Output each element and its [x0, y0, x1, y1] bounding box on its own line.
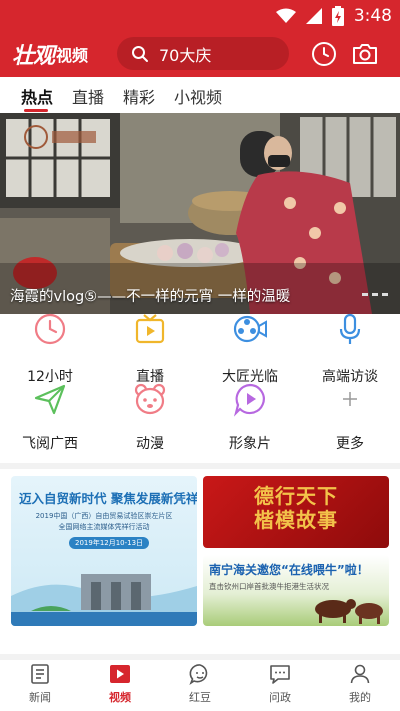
quick-link-anime[interactable]	[100, 381, 200, 417]
news-icon	[31, 664, 49, 684]
bear-face-icon	[134, 383, 166, 415]
quick-link-master[interactable]	[200, 311, 300, 347]
card-date: 2019年12月10-13日	[69, 537, 150, 549]
promo-card-free-trade[interactable]: 迈入自贸新时代 聚焦发展新凭祥 2019中国（广西）自由贸易试验区崇左片区 全国…	[11, 476, 197, 626]
card-red-title: 德行天下 楷模故事	[203, 484, 389, 532]
promo-card-cattle[interactable]: 南宁海关邀您“在线喂牛”啦！ 直击钦州口岸首批澳牛拒港生活状况	[203, 555, 389, 626]
search-text: 70大庆	[159, 45, 212, 65]
tab-live[interactable]: 直播	[72, 84, 104, 108]
channel-tabs: 热点 直播 精彩 小视频	[0, 77, 400, 113]
nav-item-hongdou[interactable]: 红豆	[160, 662, 240, 705]
bottom-nav: 新闻 视频 红豆 问政 我的	[0, 660, 400, 711]
featured-banner[interactable]: 海霞的vlog⑤——不一样的元宵 一样的温暖	[0, 113, 400, 314]
quick-link-anime-label: 动漫	[136, 436, 164, 452]
quick-link-more[interactable]	[300, 381, 400, 417]
film-reel-icon	[233, 315, 267, 343]
tab-hot[interactable]: 热点	[21, 84, 53, 108]
card-illustration	[11, 574, 197, 626]
nav-label-video: 视频	[109, 691, 131, 704]
nav-item-video[interactable]: 视频	[80, 662, 160, 705]
card-red-line-2: 楷模故事	[254, 508, 338, 532]
camera-icon[interactable]	[351, 41, 379, 67]
video-play-icon	[110, 665, 130, 683]
nav-item-mine[interactable]: 我的	[320, 662, 400, 705]
status-bar: 3:48	[0, 0, 400, 32]
banner-image	[0, 113, 400, 314]
banner-caption: 海霞的vlog⑤——不一样的元宵 一样的温暖	[10, 289, 291, 305]
logo-main-text: 壮观	[12, 43, 55, 69]
search-icon	[132, 45, 148, 62]
cattle-illustration	[315, 599, 383, 624]
nav-label-mine: 我的	[349, 691, 371, 704]
nav-label-hongdou: 红豆	[189, 691, 211, 704]
face-bubble-icon	[189, 664, 208, 686]
search-bar[interactable]: 70大庆	[117, 37, 289, 70]
tab-featured[interactable]: 精彩	[123, 84, 155, 108]
person-icon	[350, 664, 370, 684]
clock-icon[interactable]	[311, 41, 337, 67]
quick-link-live[interactable]	[100, 311, 200, 347]
play-bubble-icon	[233, 383, 265, 417]
app-logo: 壮观 视频	[12, 38, 88, 70]
quick-link-fly-guangxi-label: 飞阅广西	[22, 436, 78, 452]
card-green-title: 南宁海关邀您“在线喂牛”啦！	[209, 563, 369, 577]
banner-pagination	[362, 293, 388, 296]
quick-link-more-label: 更多	[336, 436, 364, 452]
quick-link-promo-label: 形象片	[229, 436, 271, 452]
card-subtitle-2: 全国网络主流媒体凭祥行活动	[58, 523, 150, 531]
logo-sub-text: 视频	[56, 46, 89, 65]
chat-bubble-icon	[270, 665, 290, 684]
nav-label-news: 新闻	[29, 691, 51, 704]
app-header: 壮观 视频 70大庆	[0, 32, 400, 77]
live-tv-icon	[135, 314, 165, 344]
paper-plane-icon	[34, 384, 66, 415]
microphone-icon	[339, 313, 361, 344]
active-tab-indicator	[24, 109, 48, 112]
signal-icon	[305, 8, 322, 24]
nav-item-wenzheng[interactable]: 问政	[240, 662, 320, 705]
clock-icon	[34, 313, 66, 345]
wifi-icon	[275, 8, 296, 23]
status-time: 3:48	[353, 6, 392, 26]
promo-card-virtue[interactable]: 德行天下 楷模故事	[203, 476, 389, 548]
quick-link-fly-guangxi[interactable]	[0, 381, 100, 417]
section-divider	[0, 463, 400, 469]
quick-link-promo[interactable]	[200, 381, 300, 417]
card-subtitle-1: 2019中国（广西）自由贸易试验区崇左片区	[35, 512, 173, 520]
card-title: 迈入自贸新时代 聚焦发展新凭祥	[19, 491, 197, 506]
battery-icon	[331, 6, 344, 26]
plus-icon	[343, 392, 357, 406]
quick-link-12h[interactable]	[0, 311, 100, 347]
quick-link-interview[interactable]	[300, 311, 400, 347]
status-icons: 3:48	[275, 4, 392, 28]
nav-label-wenzheng: 问政	[269, 691, 291, 704]
card-red-line-1: 德行天下	[254, 484, 338, 508]
tab-short-video[interactable]: 小视频	[174, 84, 222, 108]
nav-item-news[interactable]: 新闻	[0, 662, 80, 705]
